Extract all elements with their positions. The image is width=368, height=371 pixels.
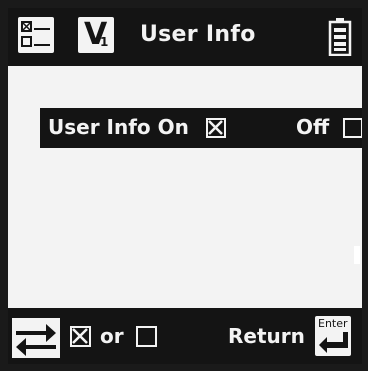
checked-box-icon <box>70 326 91 347</box>
mode-v1-icon: V 1 <box>78 17 114 53</box>
enter-key-icon[interactable]: Enter <box>315 316 351 356</box>
checklist-icon[interactable] <box>18 17 54 53</box>
scroll-indicator <box>354 246 360 264</box>
return-label[interactable]: Return <box>228 324 305 348</box>
off-label: Off <box>296 115 330 139</box>
user-info-on-label: User Info On <box>48 115 189 139</box>
user-info-option-row[interactable]: User Info On Off <box>40 108 362 148</box>
battery-icon <box>328 18 352 60</box>
user-info-on-checkbox[interactable] <box>206 118 226 138</box>
mode-subscript: 1 <box>100 35 109 49</box>
or-label: or <box>100 324 124 348</box>
header-bar: V 1 User Info <box>8 8 362 66</box>
empty-box-icon <box>136 326 157 347</box>
swap-arrows-icon[interactable] <box>12 318 60 362</box>
user-info-off-checkbox[interactable] <box>343 118 362 138</box>
page-title: User Info <box>140 22 256 47</box>
footer-bar: or Return Enter <box>8 308 362 364</box>
device-screen: V 1 User Info User Info On Off or Return… <box>8 8 362 364</box>
